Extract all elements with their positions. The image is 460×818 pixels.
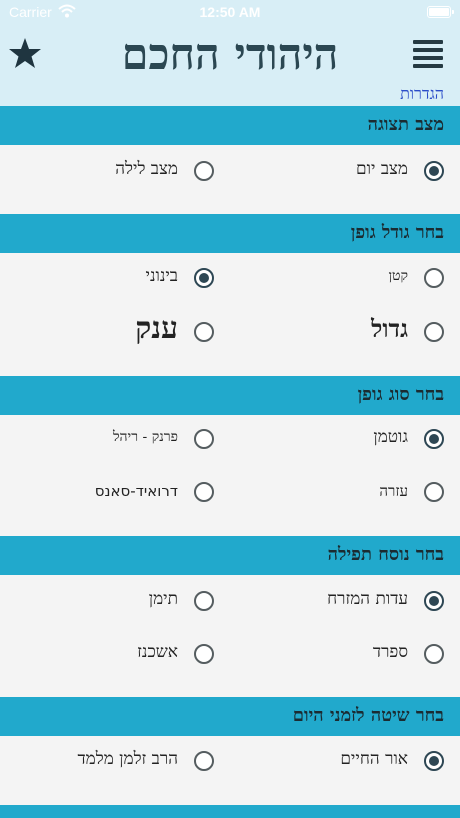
option-font-small[interactable]: קטן bbox=[240, 258, 446, 298]
radio-unselected[interactable] bbox=[194, 644, 214, 664]
settings-link[interactable]: הגדרות bbox=[400, 84, 444, 104]
section-next-partial bbox=[0, 805, 460, 818]
radio-unselected[interactable] bbox=[194, 161, 214, 181]
option-prayer-sefarad[interactable]: ספרד bbox=[240, 634, 446, 674]
section-title: בחר שיטה לזמני היום bbox=[292, 705, 444, 726]
option-label: גוטמן bbox=[373, 427, 408, 447]
option-label: ספרד bbox=[372, 642, 408, 662]
option-label: תימן bbox=[148, 589, 178, 609]
section-font-type: בחר סוג גופן bbox=[0, 376, 460, 415]
battery-icon bbox=[427, 6, 454, 18]
option-label: גדול bbox=[371, 314, 408, 343]
option-label: מצב לילה bbox=[115, 159, 178, 179]
option-font-huge[interactable]: ענק bbox=[20, 311, 220, 352]
option-font-frank[interactable]: פרנק - ריהל bbox=[20, 419, 220, 459]
option-label: בינוני bbox=[145, 266, 178, 286]
app-title: היהודי החכם bbox=[121, 30, 339, 80]
radio-selected[interactable] bbox=[424, 161, 444, 181]
radio-unselected[interactable] bbox=[194, 429, 214, 449]
radio-unselected[interactable] bbox=[194, 322, 214, 342]
option-label: מצב יום bbox=[356, 159, 408, 179]
option-font-ezra[interactable]: עזרה bbox=[240, 472, 446, 512]
option-zmanim-melamed[interactable]: הרב זלמן מלמד bbox=[20, 741, 220, 781]
option-prayer-edot-hamizrach[interactable]: עדות המזרח bbox=[240, 581, 446, 621]
option-label: אשכנז bbox=[137, 642, 178, 662]
status-time: 12:50 AM bbox=[199, 4, 261, 20]
radio-selected[interactable] bbox=[424, 751, 444, 771]
radio-selected[interactable] bbox=[424, 429, 444, 449]
option-prayer-ashkenaz[interactable]: אשכנז bbox=[20, 634, 220, 674]
radio-selected[interactable] bbox=[194, 268, 214, 288]
option-prayer-teiman[interactable]: תימן bbox=[20, 581, 220, 621]
top-bar: Carrier 12:50 AM היהודי החכם הגדרות bbox=[0, 0, 460, 106]
section-display-mode: מצב תצוגה bbox=[0, 106, 460, 145]
option-font-large[interactable]: גדול bbox=[240, 312, 446, 352]
section-zmanim-method: בחר שיטה לזמני היום bbox=[0, 697, 460, 736]
section-title: מצב תצוגה bbox=[367, 114, 444, 135]
option-label: הרב זלמן מלמד bbox=[77, 749, 178, 769]
radio-unselected[interactable] bbox=[194, 482, 214, 502]
option-label: עדות המזרח bbox=[327, 589, 408, 609]
radio-unselected[interactable] bbox=[424, 268, 444, 288]
option-font-droid-sans[interactable]: דרואיד-סאנס bbox=[20, 472, 220, 512]
star-icon[interactable] bbox=[8, 36, 42, 70]
option-label: אור החיים bbox=[340, 749, 408, 769]
radio-unselected[interactable] bbox=[424, 644, 444, 664]
radio-unselected[interactable] bbox=[194, 751, 214, 771]
radio-unselected[interactable] bbox=[424, 482, 444, 502]
option-label: ענק bbox=[135, 311, 178, 346]
radio-unselected[interactable] bbox=[424, 322, 444, 342]
option-day-mode[interactable]: מצב יום bbox=[240, 151, 446, 191]
option-label: פרנק - ריהל bbox=[112, 429, 178, 445]
section-title: בחר סוג גופן bbox=[357, 384, 444, 405]
option-font-medium[interactable]: בינוני bbox=[20, 258, 220, 298]
option-label: דרואיד-סאנס bbox=[94, 482, 178, 500]
radio-unselected[interactable] bbox=[194, 591, 214, 611]
section-title: בחר גודל גופן bbox=[350, 222, 444, 243]
section-title: בחר נוסח תפילה bbox=[327, 544, 444, 565]
option-label: קטן bbox=[388, 268, 408, 284]
option-zmanim-or-hachaim[interactable]: אור החיים bbox=[240, 741, 446, 781]
status-bar: Carrier 12:50 AM bbox=[0, 0, 460, 24]
option-label: עזרה bbox=[379, 482, 408, 500]
radio-selected[interactable] bbox=[424, 591, 444, 611]
option-font-gutman[interactable]: גוטמן bbox=[240, 419, 446, 459]
option-night-mode[interactable]: מצב לילה bbox=[20, 151, 220, 191]
section-prayer-version: בחר נוסח תפילה bbox=[0, 536, 460, 575]
menu-icon[interactable] bbox=[413, 40, 443, 70]
section-font-size: בחר גודל גופן bbox=[0, 214, 460, 253]
